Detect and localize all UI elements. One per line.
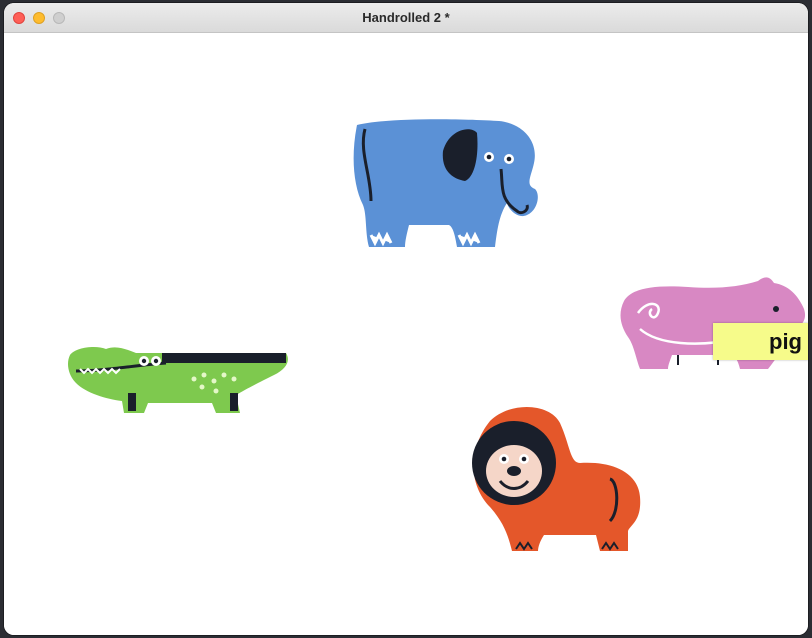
animal-canvas[interactable]: pig: [4, 33, 808, 635]
lion-piece[interactable]: [460, 401, 641, 556]
animal-name-label: pig: [713, 323, 808, 360]
crocodile-piece[interactable]: [66, 341, 291, 416]
elephant-icon: [353, 119, 538, 247]
elephant-piece[interactable]: [349, 115, 539, 250]
app-window: Handrolled 2 * pig: [4, 3, 808, 635]
window-title: Handrolled 2 *: [362, 10, 450, 25]
title-bar[interactable]: Handrolled 2 *: [4, 3, 808, 33]
lion-icon: [472, 406, 641, 551]
crocodile-icon: [68, 347, 288, 413]
